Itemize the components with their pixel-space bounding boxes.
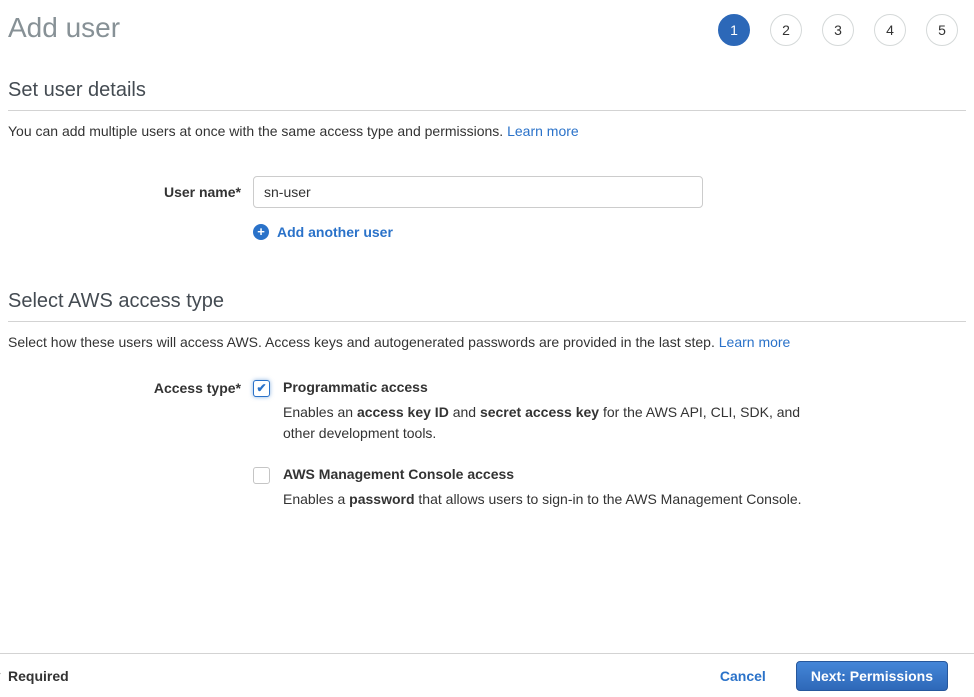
learn-more-link-access-type[interactable]: Learn more [719, 334, 791, 350]
section-divider [8, 321, 966, 322]
programmatic-access-title: Programmatic access [283, 379, 813, 395]
page-header: Add user 1 2 3 4 5 [0, 0, 974, 46]
user-name-input[interactable] [253, 176, 703, 208]
required-label: Required [8, 668, 69, 684]
programmatic-access-checkbox[interactable]: ✔ [253, 380, 270, 397]
desc-bold-text: secret access key [480, 404, 599, 420]
add-another-user-label: Add another user [277, 224, 393, 240]
main-content: Set user details You can add multiple us… [0, 79, 974, 510]
option-programmatic-access: ✔ Programmatic access Enables an access … [253, 379, 813, 444]
page-title: Add user [8, 12, 120, 44]
console-access-title: AWS Management Console access [283, 466, 802, 482]
section-heading-user-details: Set user details [8, 79, 966, 102]
console-access-checkbox[interactable] [253, 467, 270, 484]
desc-text: Enables a [283, 491, 349, 507]
access-type-options: ✔ Programmatic access Enables an access … [253, 379, 813, 510]
user-name-label: User name* [8, 184, 253, 200]
desc-bold-text: password [349, 491, 414, 507]
next-permissions-button[interactable]: Next: Permissions [796, 661, 948, 691]
wizard-step-3: 3 [822, 14, 854, 46]
section-heading-access-type: Select AWS access type [8, 290, 966, 313]
section-divider [8, 110, 966, 111]
wizard-step-2: 2 [770, 14, 802, 46]
wizard-footer: *Required Cancel Next: Permissions [0, 653, 974, 697]
section-access-type: Select AWS access type Select how these … [8, 290, 966, 510]
access-type-intro: Select how these users will access AWS. … [8, 334, 966, 350]
desc-text: and [449, 404, 480, 420]
access-type-intro-text: Select how these users will access AWS. … [8, 334, 715, 350]
access-type-row: Access type* ✔ Programmatic access Enabl… [8, 379, 966, 510]
wizard-step-indicator: 1 2 3 4 5 [718, 14, 958, 46]
programmatic-access-description: Enables an access key ID and secret acce… [283, 402, 813, 444]
programmatic-access-texts: Programmatic access Enables an access ke… [283, 379, 813, 444]
required-note: *Required [8, 668, 69, 684]
desc-text: that allows users to sign-in to the AWS … [415, 491, 802, 507]
user-name-row: User name* [8, 176, 966, 208]
console-access-texts: AWS Management Console access Enables a … [283, 466, 802, 510]
learn-more-link-user-details[interactable]: Learn more [507, 123, 579, 139]
option-console-access: AWS Management Console access Enables a … [253, 466, 813, 510]
user-details-intro: You can add multiple users at once with … [8, 123, 966, 139]
wizard-step-4: 4 [874, 14, 906, 46]
add-user-page: { "page": { "title": "Add user" }, "step… [0, 0, 974, 697]
access-type-label: Access type* [8, 380, 253, 396]
section-user-details: Set user details You can add multiple us… [8, 79, 966, 240]
add-another-user-button[interactable]: + Add another user [253, 224, 966, 240]
console-access-description: Enables a password that allows users to … [283, 489, 802, 510]
cancel-button[interactable]: Cancel [720, 668, 766, 684]
desc-text: Enables an [283, 404, 357, 420]
plus-circle-icon: + [253, 224, 269, 240]
wizard-step-5: 5 [926, 14, 958, 46]
user-details-intro-text: You can add multiple users at once with … [8, 123, 503, 139]
desc-bold-text: access key ID [357, 404, 449, 420]
wizard-step-1: 1 [718, 14, 750, 46]
